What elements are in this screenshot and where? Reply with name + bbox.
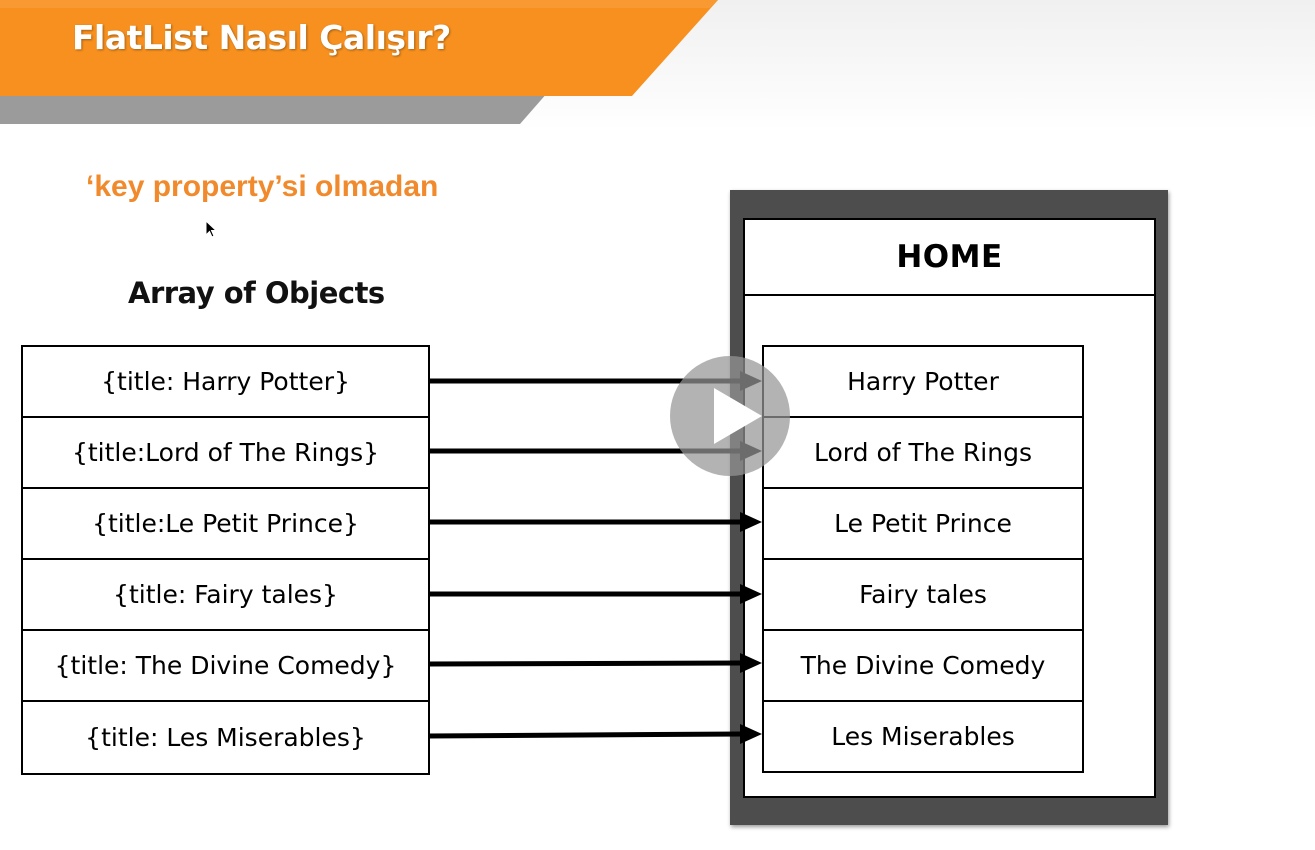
flatlist-item: Lord of The Rings	[764, 418, 1082, 489]
flatlist-item: Harry Potter	[764, 347, 1082, 418]
video-play-button[interactable]	[670, 356, 790, 476]
banner-shadow	[0, 92, 548, 124]
array-item: {title: Fairy tales}	[23, 560, 428, 631]
flatlist-item: The Divine Comedy	[764, 631, 1082, 702]
flatlist-item: Le Petit Prince	[764, 489, 1082, 560]
play-icon	[714, 388, 762, 444]
mouse-cursor-icon	[205, 220, 218, 238]
array-of-objects-list: {title: Harry Potter} {title:Lord of The…	[21, 345, 430, 775]
subtitle-key-property: ‘key property’si olmadan	[86, 170, 439, 203]
array-item: {title: Les Miserables}	[85, 723, 366, 752]
array-item: {title: The Divine Comedy}	[23, 631, 428, 702]
flatlist-item: Fairy tales	[764, 560, 1082, 631]
arrow	[427, 660, 743, 667]
home-screen-header: HOME	[745, 220, 1154, 296]
slide-title: FlatList Nasıl Çalışır?	[72, 18, 451, 57]
arrow	[427, 731, 743, 739]
array-item: {title:Lord of The Rings}	[23, 418, 428, 489]
home-flatlist: Harry Potter Lord of The Rings Le Petit …	[762, 345, 1084, 773]
flatlist-item: Les Miserables	[831, 722, 1015, 751]
array-item: {title: Harry Potter}	[23, 347, 428, 418]
array-of-objects-heading: Array of Objects	[128, 276, 385, 310]
banner-orange-highlight	[0, 0, 718, 8]
array-item: {title:Le Petit Prince}	[23, 489, 428, 560]
